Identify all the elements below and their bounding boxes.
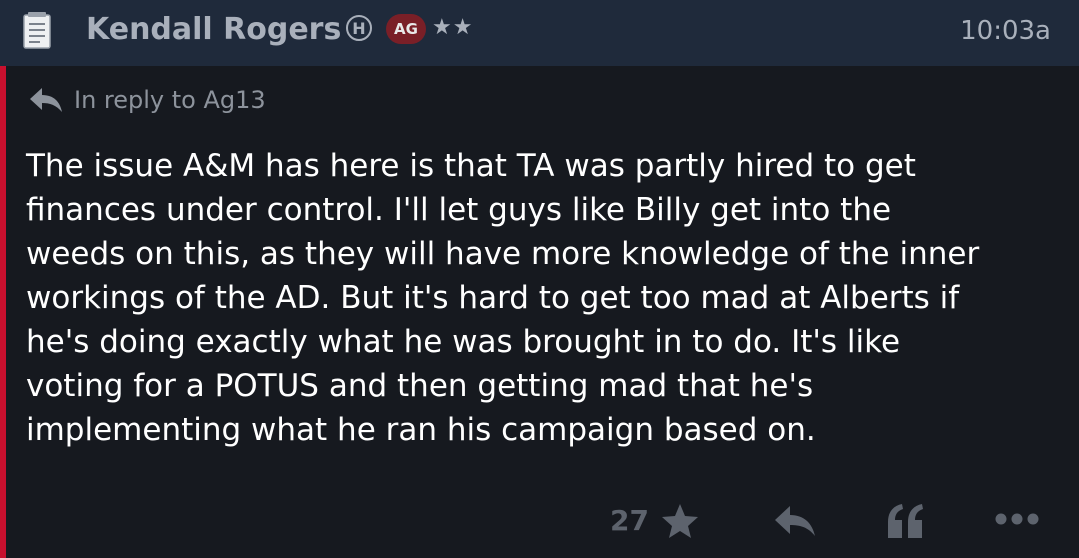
post-header: Kendall Rogers H AG ★★ 10:03a [0,0,1079,66]
ag-badge: AG [386,14,426,44]
more-dots-icon[interactable] [994,512,1040,526]
post-accent-bar [0,0,6,558]
document-icon [23,12,51,49]
post-timestamp: 10:03a [960,16,1051,46]
user-stars: ★★ [432,15,474,40]
reply-to-text: In reply to Ag13 [74,86,266,114]
post-actions: 27 [0,498,1079,548]
post-body: The issue A&M has here is that TA was pa… [26,148,980,448]
reply-icon[interactable] [772,504,818,538]
star-icon[interactable] [660,502,700,540]
reply-arrow-icon [30,88,62,112]
rating-count: 27 [610,504,649,537]
author-name[interactable]: Kendall Rogers [86,12,341,47]
h-badge: H [346,15,372,41]
reply-to-link[interactable]: In reply to Ag13 [28,86,266,114]
quote-icon[interactable] [884,502,926,540]
